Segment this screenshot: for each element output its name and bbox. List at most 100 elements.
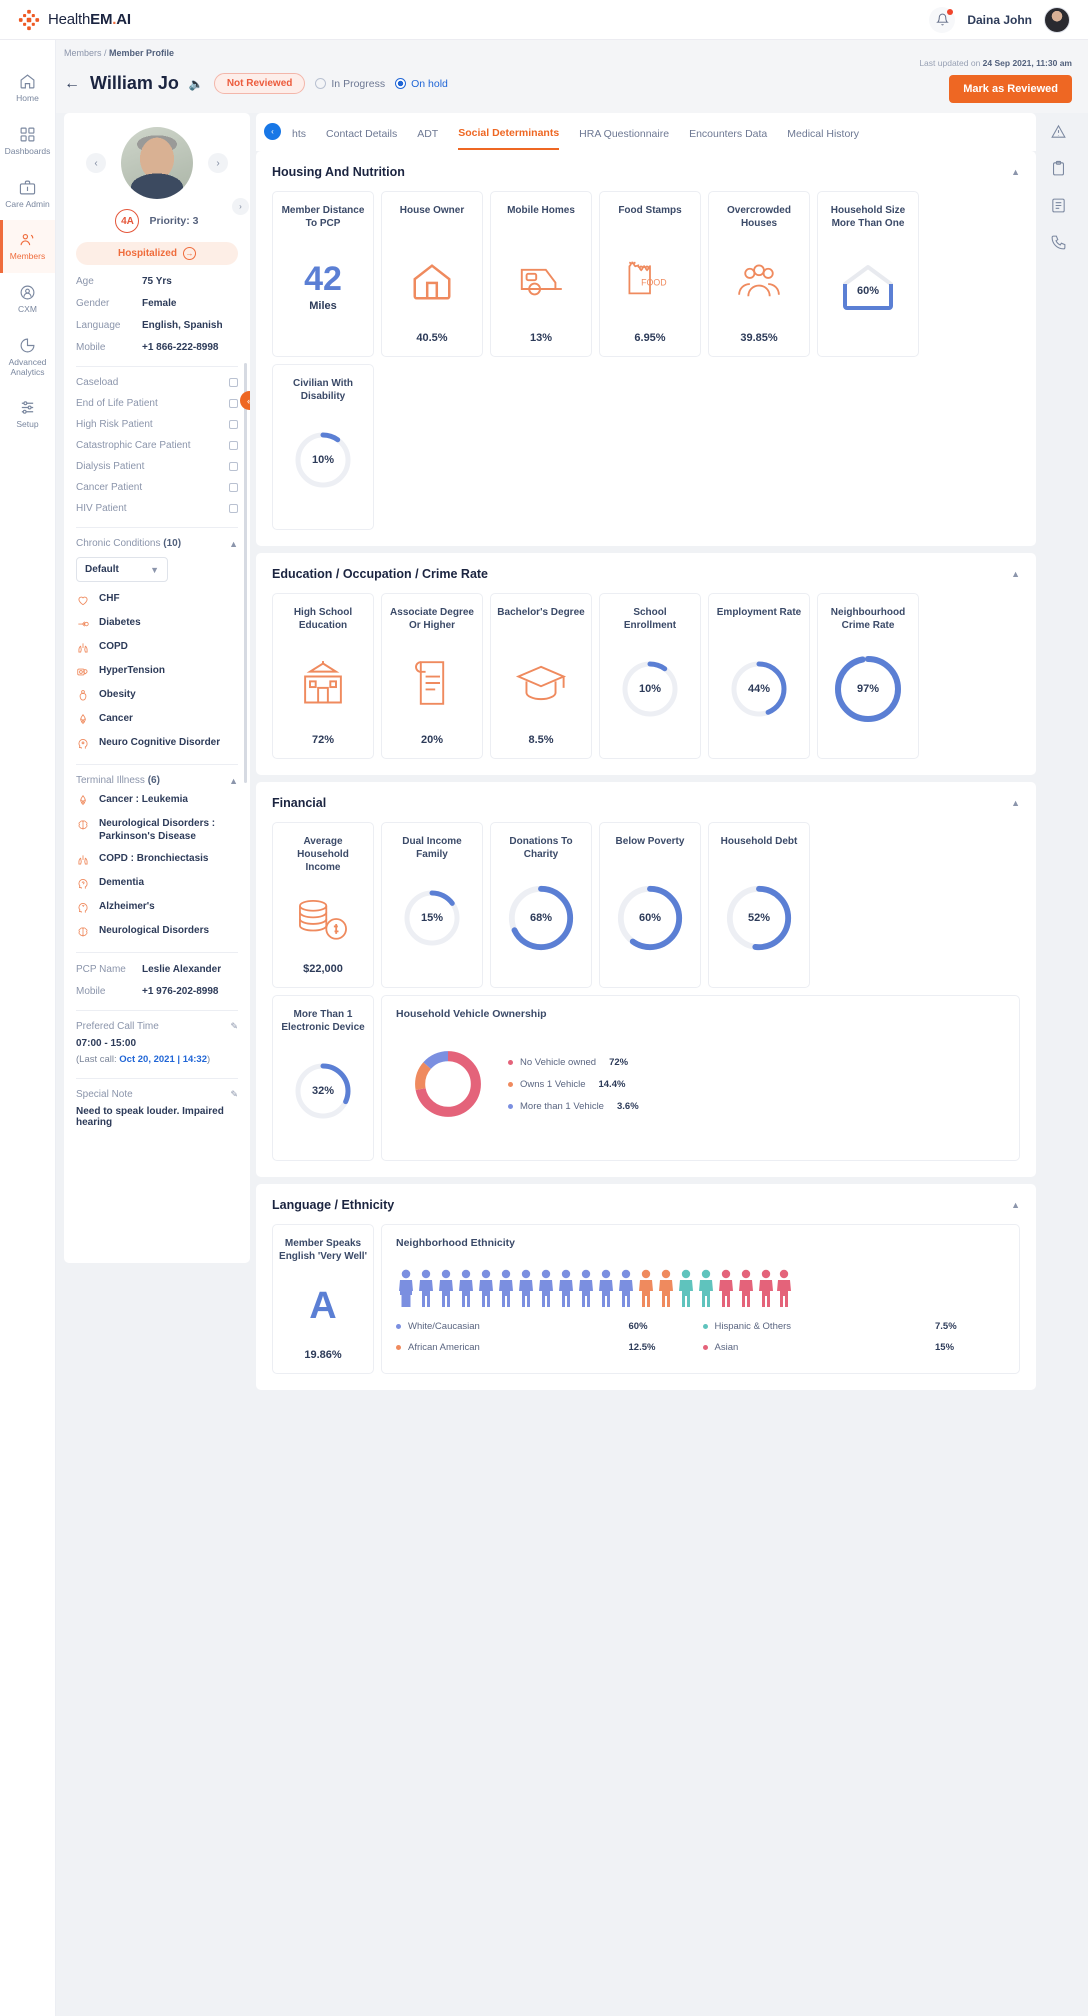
- prev-member-button[interactable]: ‹: [86, 153, 106, 173]
- section-header[interactable]: Education / Occupation / Crime Rate ▲: [272, 567, 1020, 581]
- section-header[interactable]: Housing And Nutrition ▲: [272, 165, 1020, 179]
- checkbox[interactable]: [229, 378, 238, 387]
- section-header[interactable]: Language / Ethnicity ▲: [272, 1198, 1020, 1212]
- notes-icon[interactable]: [1050, 197, 1067, 214]
- checkbox[interactable]: [229, 441, 238, 450]
- chronic-item-copd[interactable]: COPD: [76, 641, 238, 655]
- edit-pencil-icon[interactable]: ✎: [230, 1089, 238, 1100]
- sidebar-item-cxm[interactable]: CXM: [0, 273, 55, 326]
- sidebar-item-care-admin[interactable]: Care Admin: [0, 168, 55, 221]
- terminal-item-leukemia[interactable]: Cancer : Leukemia: [76, 794, 238, 808]
- checkbox[interactable]: [229, 483, 238, 492]
- card-food-stamps[interactable]: Food Stamps FOOD 6.95%: [599, 191, 701, 357]
- radio-in-progress[interactable]: In Progress: [315, 78, 385, 90]
- card-employment-rate[interactable]: Employment Rate 44%: [708, 593, 810, 759]
- chevron-up-icon[interactable]: ▲: [229, 776, 238, 786]
- chronic-item-chf[interactable]: CHF: [76, 593, 238, 607]
- breadcrumb-parent[interactable]: Members: [64, 48, 102, 58]
- card-average-household-income[interactable]: Average Household Income $22,000: [272, 822, 374, 988]
- tab-contact-details[interactable]: Contact Details: [326, 128, 397, 149]
- avatar[interactable]: [1044, 6, 1070, 33]
- hospitalized-badge[interactable]: Hospitalized →: [76, 242, 238, 265]
- card-overcrowded-houses[interactable]: Overcrowded Houses 39.85%: [708, 191, 810, 357]
- checkbox[interactable]: [229, 420, 238, 429]
- collapse-panel-button[interactable]: «: [240, 391, 250, 410]
- notifications-button[interactable]: [929, 6, 956, 33]
- card-donations-to-charity[interactable]: Donations To Charity 68%: [490, 822, 592, 988]
- card-more-than-1-electronic-device[interactable]: More Than 1 Electronic Device 32%: [272, 995, 374, 1161]
- card-below-poverty[interactable]: Below Poverty 60%: [599, 822, 701, 988]
- tab-social-determinants[interactable]: Social Determinants: [458, 127, 560, 150]
- section-header[interactable]: Financial ▲: [272, 796, 1020, 810]
- card-member-distance-to-pcp[interactable]: Member Distance To PCP 42 Miles: [272, 191, 374, 357]
- card-member-speaks-english[interactable]: Member Speaks English 'Very Well' A 19.8…: [272, 1224, 374, 1374]
- terminal-item-alzheimers[interactable]: Alzheimer's: [76, 901, 238, 915]
- flag-end-of-life[interactable]: End of Life Patient: [76, 398, 238, 409]
- edit-pencil-icon[interactable]: ✎: [230, 1021, 238, 1032]
- card-neighbourhood-crime-rate[interactable]: Neighbourhood Crime Rate 97%: [817, 593, 919, 759]
- terminal-item-neurological[interactable]: Neurological Disorders: [76, 925, 238, 939]
- chronic-item-hypertension[interactable]: HyperTension: [76, 665, 238, 679]
- card-high-school-education[interactable]: High School Education 72%: [272, 593, 374, 759]
- card-civilian-with-disability[interactable]: Civilian With Disability 10%: [272, 364, 374, 530]
- card-dual-income-family[interactable]: Dual Income Family 15%: [381, 822, 483, 988]
- panel-scrollbar[interactable]: [244, 363, 247, 783]
- radio-on-hold[interactable]: On hold: [395, 78, 448, 90]
- card-bachelors-degree[interactable]: Bachelor's Degree 8.5%: [490, 593, 592, 759]
- sidebar-item-members[interactable]: Members: [0, 220, 55, 274]
- card-school-enrollment[interactable]: School Enrollment 10%: [599, 593, 701, 759]
- flag-cancer[interactable]: Cancer Patient: [76, 482, 238, 493]
- checkbox[interactable]: [229, 399, 238, 408]
- card-household-vehicle-ownership[interactable]: Household Vehicle Ownership No Vehicle o…: [381, 995, 1020, 1161]
- terminal-item-parkinsons[interactable]: Neurological Disorders : Parkinson's Dis…: [76, 818, 238, 843]
- terminal-item-bronchiectasis[interactable]: COPD : Bronchiectasis: [76, 853, 238, 867]
- tab-adt[interactable]: ADT: [417, 128, 438, 149]
- flag-caseload[interactable]: Caseload: [76, 377, 238, 388]
- flag-dialysis[interactable]: Dialysis Patient: [76, 461, 238, 472]
- flag-hiv[interactable]: HIV Patient: [76, 503, 238, 514]
- chevron-up-icon[interactable]: ▲: [1011, 167, 1020, 177]
- sidebar-item-home[interactable]: Home: [0, 62, 55, 115]
- chronic-item-cancer[interactable]: Cancer: [76, 713, 238, 727]
- sidebar-item-setup[interactable]: Setup: [0, 388, 55, 441]
- brand-logo-group[interactable]: HealthEM.AI: [18, 9, 131, 31]
- chronic-item-diabetes[interactable]: Diabetes: [76, 617, 238, 631]
- phone-icon[interactable]: [1050, 234, 1067, 251]
- chronic-item-obesity[interactable]: Obesity: [76, 689, 238, 703]
- flag-catastrophic-care[interactable]: Catastrophic Care Patient: [76, 440, 238, 451]
- flag-high-risk[interactable]: High Risk Patient: [76, 419, 238, 430]
- chevron-up-icon[interactable]: ▲: [1011, 569, 1020, 579]
- sidebar-item-dashboards[interactable]: Dashboards: [0, 115, 55, 168]
- terminal-illness-header[interactable]: Terminal Illness (6) ▲: [76, 775, 238, 786]
- card-neighborhood-ethnicity[interactable]: Neighborhood Ethnicity White/Caucasian 6…: [381, 1224, 1020, 1374]
- chevron-up-icon[interactable]: ▲: [229, 539, 238, 549]
- tabs-scroll-right-button[interactable]: ›: [232, 198, 249, 215]
- tab-medical-history[interactable]: Medical History: [787, 128, 859, 149]
- checkbox[interactable]: [229, 504, 238, 513]
- chronic-conditions-header[interactable]: Chronic Conditions (10) ▲: [76, 538, 238, 549]
- mark-as-reviewed-button[interactable]: Mark as Reviewed: [949, 75, 1072, 103]
- sidebar-item-advanced-analytics[interactable]: Advanced Analytics: [0, 326, 55, 389]
- card-household-debt[interactable]: Household Debt 52%: [708, 822, 810, 988]
- next-member-button[interactable]: ›: [208, 153, 228, 173]
- tab-hra-questionnaire[interactable]: HRA Questionnaire: [579, 128, 669, 149]
- card-associate-degree-or-higher[interactable]: Associate Degree Or Higher 20%: [381, 593, 483, 759]
- chevron-up-icon[interactable]: ▲: [1011, 1200, 1020, 1210]
- tab-insights[interactable]: hts: [292, 128, 306, 149]
- card-mobile-homes[interactable]: Mobile Homes 13%: [490, 191, 592, 357]
- tab-encounters-data[interactable]: Encounters Data: [689, 128, 767, 149]
- alert-icon[interactable]: [1050, 123, 1067, 140]
- clipboard-icon[interactable]: [1050, 160, 1067, 177]
- card-household-size-more-than-one[interactable]: Household Size More Than One 60%: [817, 191, 919, 357]
- speaker-icon[interactable]: 🔈: [189, 77, 204, 91]
- back-arrow-icon[interactable]: ←: [64, 75, 80, 93]
- card-house-owner[interactable]: House Owner 40.5%: [381, 191, 483, 357]
- special-note-header: Special Note ✎: [76, 1089, 238, 1100]
- tabs-scroll-left-button[interactable]: ‹: [264, 123, 281, 140]
- terminal-item-dementia[interactable]: Dementia: [76, 877, 238, 891]
- checkbox[interactable]: [229, 462, 238, 471]
- chronic-item-neuro-cognitive[interactable]: Neuro Cognitive Disorder: [76, 737, 238, 751]
- chronic-sort-select[interactable]: Default ▼: [76, 557, 168, 582]
- field-key: PCP Name: [76, 964, 126, 975]
- chevron-up-icon[interactable]: ▲: [1011, 798, 1020, 808]
